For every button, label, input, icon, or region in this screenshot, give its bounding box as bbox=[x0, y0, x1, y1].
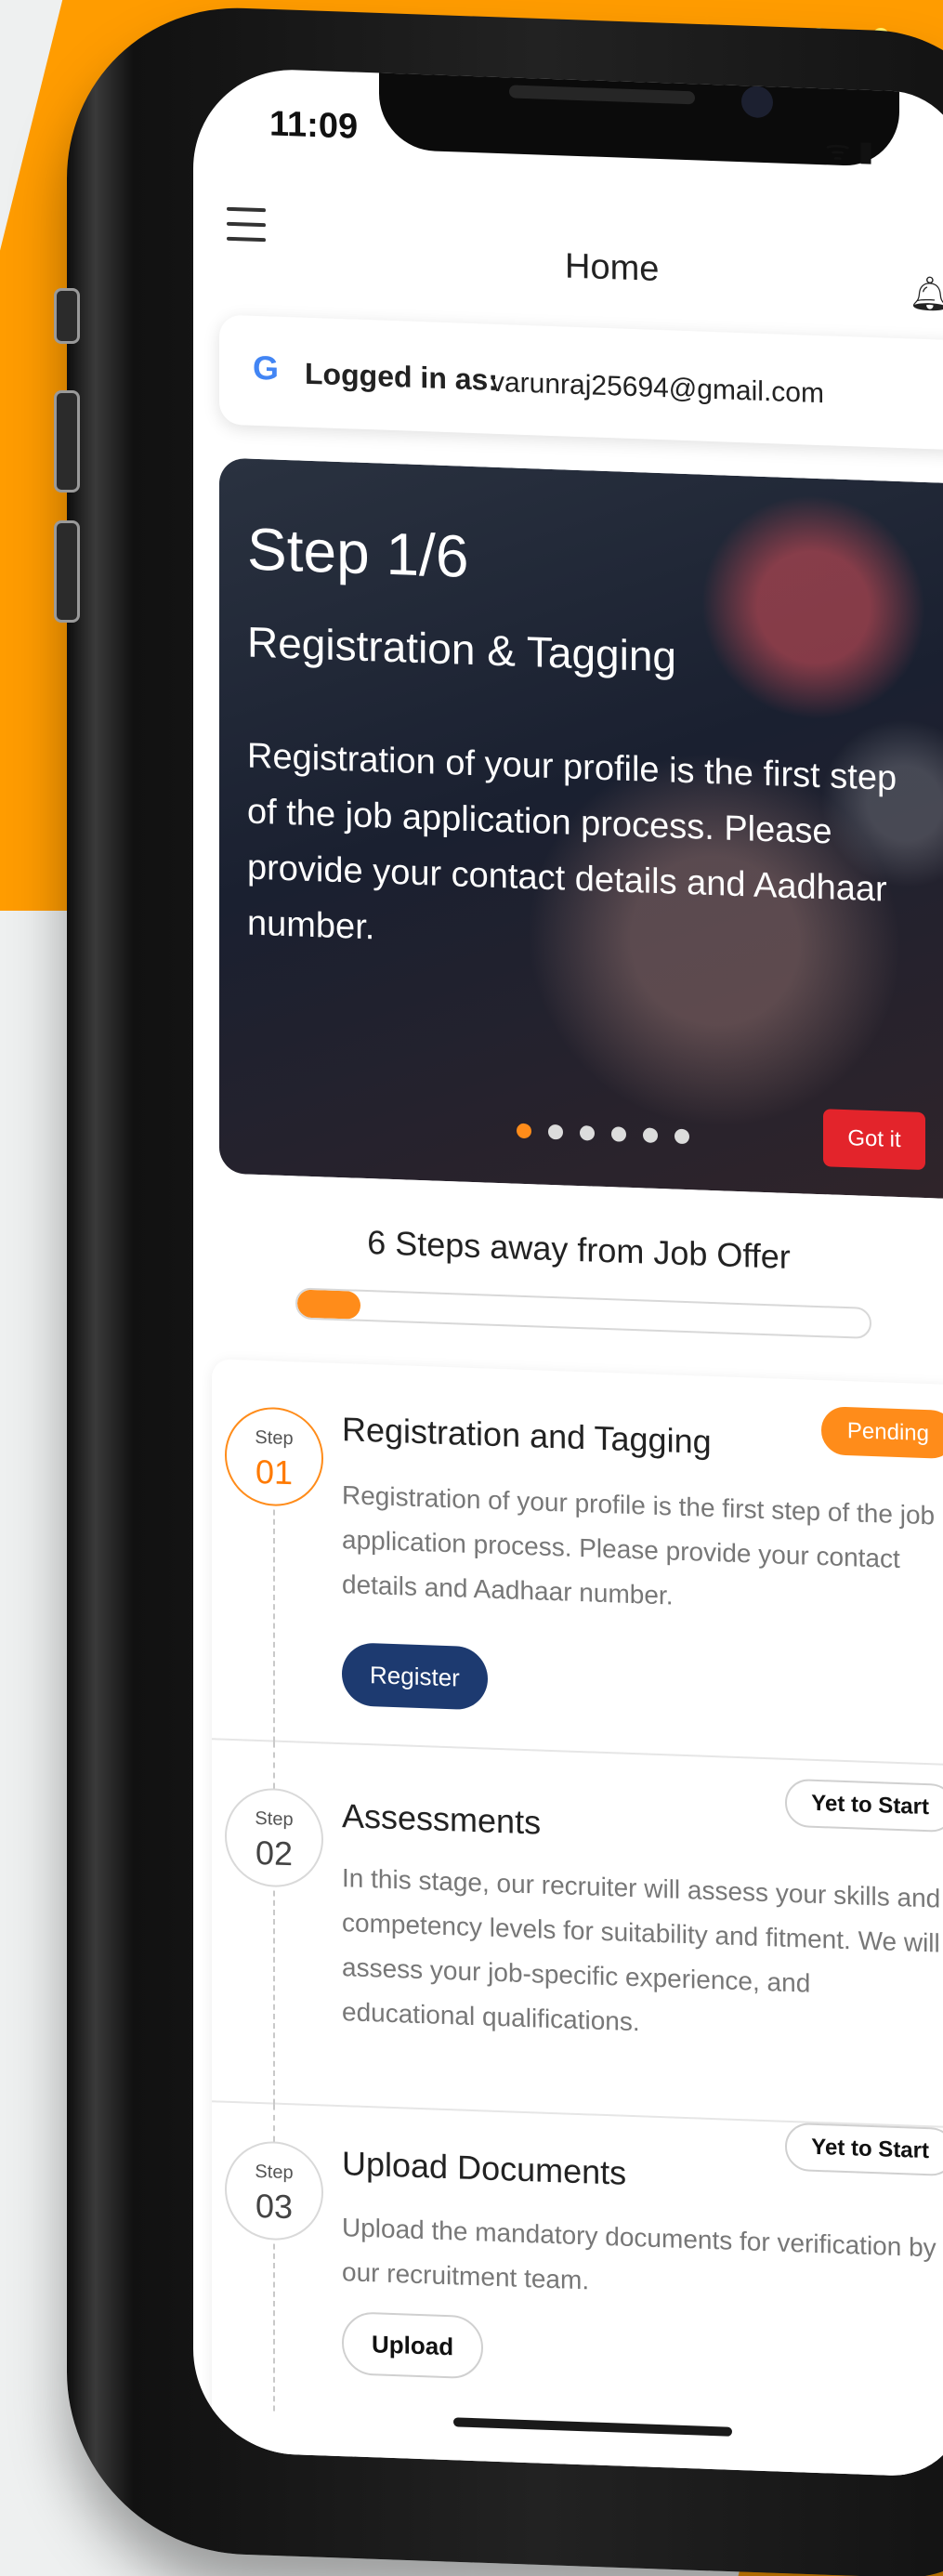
step-title: Assessments bbox=[342, 1796, 542, 1842]
login-label: Logged in as: bbox=[305, 356, 498, 397]
got-it-button[interactable]: Got it bbox=[823, 1109, 925, 1171]
status-badge: Pending bbox=[820, 1406, 943, 1460]
register-button[interactable]: Register bbox=[342, 1642, 488, 1711]
carousel-title: Registration & Tagging bbox=[247, 617, 676, 681]
timeline-line bbox=[273, 2243, 275, 2412]
steps-list: Step 01 Registration and Tagging Pending… bbox=[212, 1359, 943, 2478]
onboarding-carousel[interactable]: Step 1/6 Registration & Tagging Registra… bbox=[219, 457, 943, 1201]
step-title: Registration and Tagging bbox=[342, 1410, 712, 1461]
carousel-pagination[interactable] bbox=[517, 1123, 689, 1145]
carousel-dot[interactable] bbox=[675, 1128, 689, 1145]
login-email: varunraj25694@gmail.com bbox=[491, 366, 824, 410]
timeline-line bbox=[273, 1741, 275, 1789]
status-time: 11:09 bbox=[269, 104, 359, 147]
volume-down-button bbox=[54, 520, 80, 623]
status-badge: Yet to Start bbox=[785, 2122, 943, 2177]
step-item-upload-documents: Step 03 Upload Documents Yet to Start Up… bbox=[212, 2102, 943, 2436]
step-item-assessments: Step 02 Assessments Yet to Start In this… bbox=[212, 1740, 943, 2129]
step-description: In this stage, our recruiter will assess… bbox=[342, 1863, 941, 2037]
timeline-line bbox=[273, 1509, 275, 1742]
upload-button[interactable]: Upload bbox=[342, 2311, 484, 2380]
hamburger-menu-icon[interactable] bbox=[227, 206, 266, 243]
step-title: Upload Documents bbox=[342, 2144, 627, 2192]
step-number-badge: Step 01 bbox=[225, 1405, 323, 1508]
carousel-dot[interactable] bbox=[643, 1127, 658, 1143]
timeline-line bbox=[273, 2104, 275, 2142]
carousel-step: Step 1/6 bbox=[247, 515, 469, 590]
notification-bell-icon[interactable]: 🔔︎ bbox=[909, 273, 943, 314]
progress-fill bbox=[297, 1289, 360, 1320]
page-title: Home bbox=[565, 246, 660, 290]
step-description: Registration of your profile is the firs… bbox=[342, 1480, 936, 1610]
camera-icon bbox=[741, 85, 773, 119]
progress-bar bbox=[295, 1287, 871, 1339]
step-number-badge: Step 03 bbox=[225, 2139, 323, 2242]
steps-away-label: 6 Steps away from Job Offer bbox=[367, 1223, 791, 1276]
speaker-grille bbox=[509, 85, 695, 105]
step-description: Upload the mandatory documents for verif… bbox=[342, 2213, 936, 2295]
phone-screen: 11:09 ᯤ ▮ Home 🔔︎ G Logged in as: varunr… bbox=[193, 66, 943, 2478]
wifi-battery-icon: ᯤ ▮ bbox=[825, 135, 874, 168]
carousel-dot[interactable] bbox=[580, 1125, 595, 1141]
login-info-card: G Logged in as: varunraj25694@gmail.com bbox=[219, 314, 943, 452]
carousel-description: Registration of your profile is the firs… bbox=[247, 736, 897, 948]
mute-switch bbox=[54, 288, 80, 344]
carousel-dot[interactable] bbox=[611, 1126, 626, 1142]
status-badge: Yet to Start bbox=[785, 1778, 943, 1833]
volume-up-button bbox=[54, 390, 80, 493]
step-item-registration: Step 01 Registration and Tagging Pending… bbox=[212, 1359, 943, 1767]
step-number-badge: Step 02 bbox=[225, 1786, 323, 1889]
carousel-dot[interactable] bbox=[548, 1124, 563, 1140]
google-icon: G bbox=[243, 345, 288, 392]
carousel-dot[interactable] bbox=[517, 1123, 531, 1139]
timeline-line bbox=[273, 1890, 275, 2105]
